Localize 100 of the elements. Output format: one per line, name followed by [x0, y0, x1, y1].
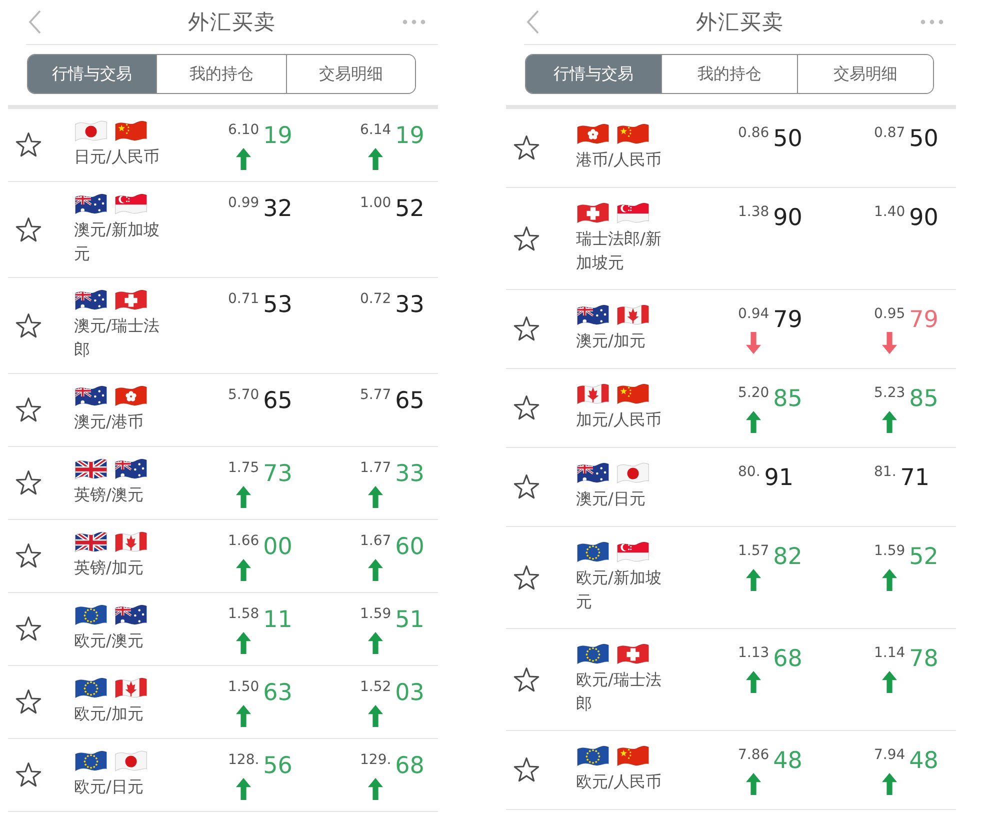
star-icon[interactable] [15, 762, 42, 788]
price-prefix: 129. [360, 752, 392, 768]
price-suffix: 52 [909, 545, 938, 569]
star-icon[interactable] [513, 135, 540, 161]
price-prefix: 80. [738, 464, 760, 480]
currency-pair-name: 欧元/人民币 [576, 771, 662, 793]
price-prefix: 0.99 [228, 195, 260, 211]
price-suffix: 68 [395, 754, 424, 778]
singapore-flag-icon [114, 193, 148, 216]
canada-flag-icon [576, 383, 610, 406]
price-suffix: 85 [773, 387, 802, 411]
currency-pair-name: 瑞士法郎/新加坡元 [576, 228, 662, 274]
price-suffix: 56 [263, 754, 292, 778]
price-suffix: 91 [764, 466, 794, 490]
star-icon[interactable] [15, 397, 42, 423]
price-suffix: 19 [263, 124, 292, 148]
japan-flag-icon [616, 462, 650, 485]
price-prefix: 5.70 [228, 387, 260, 403]
china-flag-icon [114, 120, 148, 143]
price-suffix: 50 [773, 127, 802, 151]
price-suffix: 33 [395, 462, 424, 486]
price-suffix: 90 [909, 206, 938, 230]
star-icon[interactable] [513, 316, 540, 342]
eu-flag-icon [576, 643, 610, 666]
union-jack-flag-icon [74, 531, 108, 554]
price-suffix: 63 [263, 681, 292, 705]
price-suffix: 48 [773, 749, 802, 773]
tab[interactable]: 行情与交易 [28, 55, 156, 93]
price-suffix: 79 [909, 308, 938, 332]
price-prefix: 1.38 [738, 204, 770, 220]
tab[interactable]: 交易明细 [797, 55, 933, 93]
price-suffix: 03 [395, 681, 424, 705]
union-jack-flag-icon [74, 458, 108, 481]
currency-pair-name: 港币/人民币 [576, 149, 662, 171]
australia-flag-icon [576, 462, 610, 485]
price-suffix: 90 [773, 206, 802, 230]
eu-flag-icon [74, 604, 108, 627]
price-prefix: 1.75 [228, 460, 260, 476]
currency-pair-name: 欧元/日元 [74, 776, 144, 798]
china-flag-icon [616, 745, 650, 768]
currency-pair-name: 欧元/新加坡元 [576, 567, 662, 613]
price-suffix: 32 [263, 197, 292, 221]
star-icon[interactable] [15, 216, 42, 242]
australia-flag-icon [114, 604, 148, 627]
canada-flag-icon [114, 531, 148, 554]
price-prefix: 5.77 [360, 387, 392, 403]
price-prefix: 1.58 [228, 606, 260, 622]
tab[interactable]: 行情与交易 [526, 55, 661, 93]
price-suffix: 79 [773, 308, 802, 332]
star-icon[interactable] [15, 543, 42, 569]
price-prefix: 1.59 [360, 606, 392, 622]
price-prefix: 6.10 [228, 122, 260, 138]
price-suffix: 78 [909, 647, 938, 671]
japan-flag-icon [74, 120, 108, 143]
price-suffix: 82 [773, 545, 802, 569]
price-suffix: 68 [773, 647, 802, 671]
star-icon[interactable] [15, 132, 42, 158]
price-suffix: 60 [395, 535, 424, 559]
currency-pair-name: 英镑/加元 [74, 557, 144, 579]
price-prefix: 5.23 [874, 385, 906, 401]
star-icon[interactable] [513, 474, 540, 500]
currency-pair-name: 加元/人民币 [576, 409, 662, 431]
price-prefix: 1.77 [360, 460, 392, 476]
tab[interactable]: 交易明细 [286, 55, 415, 93]
currency-pair-name: 澳元/港币 [74, 411, 144, 433]
currency-pair-name: 欧元/加元 [74, 703, 144, 725]
price-suffix: 51 [395, 608, 424, 632]
star-icon[interactable] [513, 757, 540, 783]
star-icon[interactable] [513, 226, 540, 252]
star-icon[interactable] [15, 616, 42, 642]
star-icon[interactable] [15, 470, 42, 496]
star-icon[interactable] [513, 666, 540, 692]
price-prefix: 1.00 [360, 195, 392, 211]
australia-flag-icon [74, 385, 108, 408]
price-prefix: 0.87 [874, 125, 906, 141]
price-suffix: 85 [909, 387, 938, 411]
currency-pair-name: 欧元/澳元 [74, 630, 144, 652]
hong-kong-flag-icon [576, 123, 610, 146]
star-icon[interactable] [513, 564, 540, 590]
price-prefix: 1.13 [738, 645, 770, 661]
page-title: 外汇买卖 [696, 9, 784, 36]
singapore-flag-icon [616, 541, 650, 564]
star-icon[interactable] [15, 689, 42, 715]
price-suffix: 33 [395, 293, 424, 317]
price-prefix: 128. [228, 752, 260, 768]
australia-flag-icon [74, 193, 108, 216]
singapore-flag-icon [616, 202, 650, 225]
currency-pair-name: 欧元/瑞士法郎 [576, 669, 662, 715]
star-icon[interactable] [15, 312, 42, 338]
currency-pair-name: 澳元/瑞士法郎 [74, 315, 160, 361]
price-prefix: 0.71 [228, 291, 260, 307]
australia-flag-icon [74, 289, 108, 312]
price-suffix: 65 [263, 389, 292, 413]
price-prefix: 1.40 [874, 204, 906, 220]
star-icon[interactable] [513, 395, 540, 421]
price-suffix: 65 [395, 389, 424, 413]
price-prefix: 7.94 [874, 747, 906, 763]
price-suffix: 50 [909, 127, 938, 151]
price-prefix: 0.95 [874, 306, 906, 322]
page-title: 外汇买卖 [188, 9, 276, 36]
